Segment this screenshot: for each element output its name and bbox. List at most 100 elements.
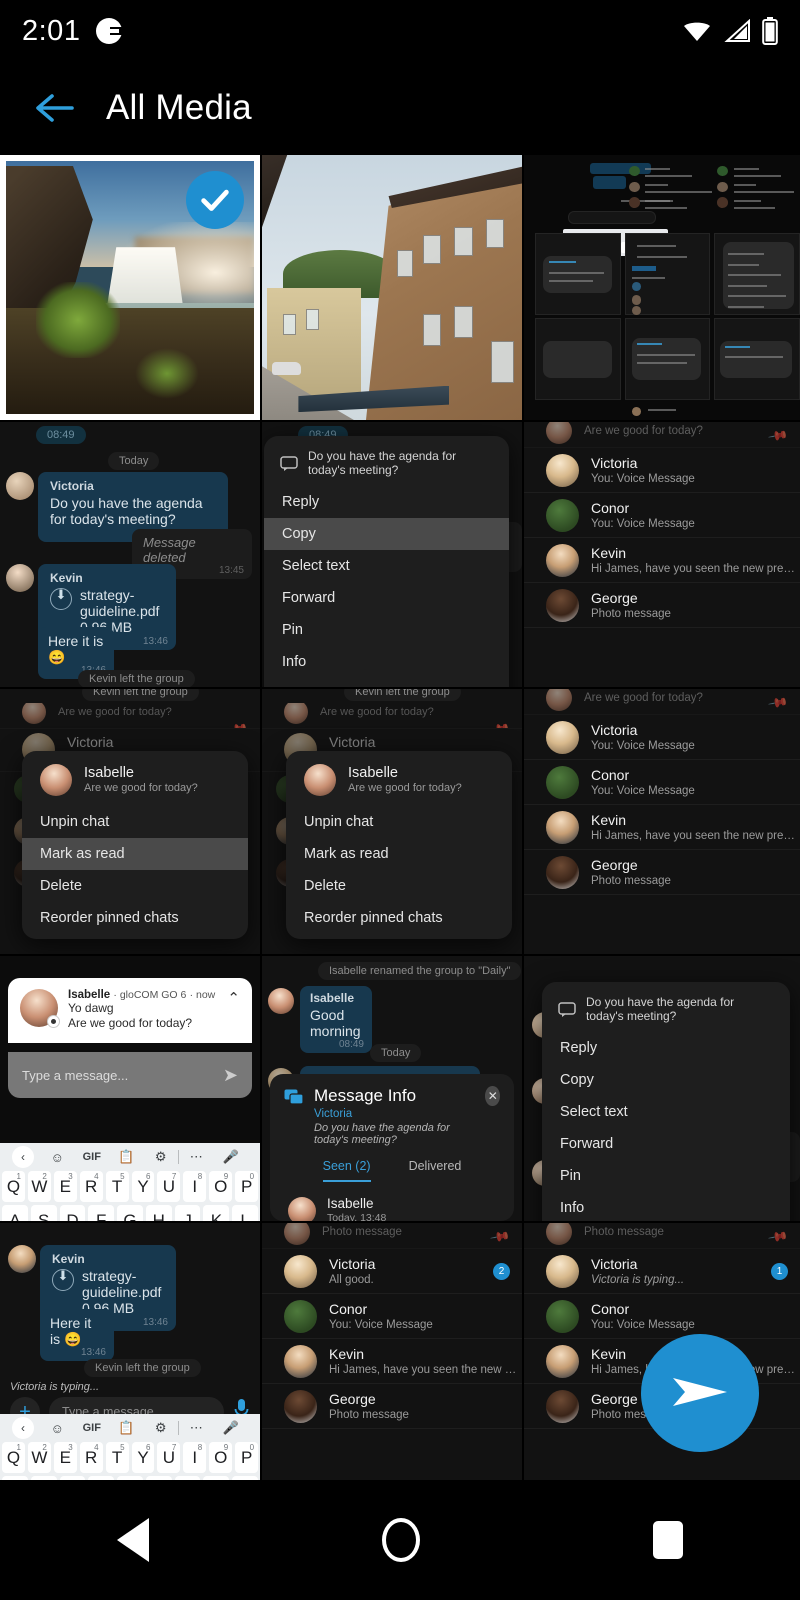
chat-row-victoria[interactable]: Victoria You: Voice Message <box>524 715 800 760</box>
chat-row-george[interactable]: George Photo message <box>524 583 800 628</box>
pinned-chat-row[interactable]: Are we good for today? 📌 <box>524 422 800 448</box>
key-e[interactable]: 3E <box>53 1442 77 1473</box>
close-icon[interactable]: ✕ <box>485 1086 500 1106</box>
pinned-chat-row[interactable]: Photo message 📌 <box>262 1223 522 1249</box>
more-icon[interactable]: ⋯ <box>179 1149 214 1165</box>
media-thumbnail-notification[interactable]: Isabelle · gloCOM GO 6 · now Yo dawg Are… <box>0 956 260 1221</box>
key-l[interactable]: L <box>232 1205 259 1221</box>
menu-item-forward[interactable]: Forward <box>264 582 509 614</box>
keyboard-row-2[interactable]: A S D F G H J K L <box>0 1205 260 1221</box>
download-icon[interactable] <box>52 1268 74 1291</box>
keyboard-row-1[interactable]: 1Q 2W 3E 4R 5T 6Y 7U 8I 9O 0P <box>0 1442 260 1476</box>
key-i[interactable]: 8I <box>183 1171 207 1202</box>
menu-item-pin[interactable]: Pin <box>264 614 509 646</box>
media-thumbnail-message-menu-highlighted[interactable]: 08:49 d5 Kevin left the group Do you hav… <box>262 422 522 687</box>
menu-item-select-text[interactable]: Select text <box>542 1096 790 1128</box>
key-r[interactable]: 4R <box>79 1442 103 1473</box>
key-k[interactable]: K <box>203 1205 230 1221</box>
key-w[interactable]: 2W <box>27 1171 51 1202</box>
chat-row-conor[interactable]: Conor You: Voice Message <box>524 493 800 538</box>
chat-row-conor[interactable]: Conor You: Voice Message <box>524 1294 800 1339</box>
gear-icon[interactable]: ⚙ <box>144 1420 179 1436</box>
media-thumbnail-waterfall[interactable] <box>0 155 260 420</box>
more-icon[interactable]: ⋯ <box>179 1420 214 1436</box>
media-thumbnail-chat-list-2[interactable]: Are we good for today? 📌 Victoria You: V… <box>524 689 800 954</box>
media-thumbnail-chat-list[interactable]: Are we good for today? 📌 Victoria You: V… <box>524 422 800 687</box>
back-icon[interactable]: ‹ <box>12 1417 34 1439</box>
gear-icon[interactable]: ⚙ <box>144 1149 179 1165</box>
notification-card[interactable]: Isabelle · gloCOM GO 6 · now Yo dawg Are… <box>8 978 252 1043</box>
menu-item-forward[interactable]: Forward <box>542 1128 790 1160</box>
key-s[interactable]: S <box>30 1205 57 1221</box>
chat-row-victoria[interactable]: Victoria Victoria is typing... 1 <box>524 1249 800 1294</box>
media-thumbnail-message-menu[interactable]: d5 13:46 Do you have the agenda for toda… <box>524 956 800 1221</box>
chat-row-conor[interactable]: Conor You: Voice Message <box>524 760 800 805</box>
keyboard-toolbar[interactable]: ‹ ☺ GIF 📋 ⚙ ⋯ 🎤 <box>0 1414 260 1442</box>
microphone-icon[interactable]: 🎤 <box>214 1149 249 1165</box>
key-a[interactable]: A <box>2 1205 28 1221</box>
clipboard-icon[interactable]: 📋 <box>109 1149 144 1165</box>
menu-item-mark-as-read[interactable]: Mark as read <box>22 838 248 870</box>
menu-item-delete[interactable]: Delete <box>264 678 509 687</box>
key-o[interactable]: 9O <box>209 1171 233 1202</box>
menu-item-info[interactable]: Info <box>542 1192 790 1221</box>
key-t[interactable]: 5T <box>105 1442 129 1473</box>
menu-item-copy[interactable]: Copy <box>542 1064 790 1096</box>
notification-reply-field[interactable]: Type a message... ➤ <box>8 1052 252 1098</box>
menu-item-unpin-chat[interactable]: Unpin chat <box>22 806 248 838</box>
back-triangle-icon[interactable] <box>116 1518 149 1562</box>
key-h[interactable]: H <box>145 1205 172 1221</box>
key-y[interactable]: 6Y <box>131 1171 155 1202</box>
recents-square-icon[interactable] <box>653 1521 684 1559</box>
send-icon[interactable]: ➤ <box>223 1065 238 1086</box>
pinned-chat-row[interactable]: Are we good for today? 📌 <box>0 703 260 729</box>
home-circle-icon[interactable] <box>381 1518 420 1562</box>
download-icon[interactable] <box>50 587 72 610</box>
menu-item-reply[interactable]: Reply <box>542 1032 790 1064</box>
menu-item-reorder-pinned-chats[interactable]: Reorder pinned chats <box>22 902 248 939</box>
pinned-chat-row[interactable]: Photo message 📌 <box>524 1223 800 1249</box>
key-q[interactable]: 1Q <box>2 1442 25 1473</box>
key-d[interactable]: D <box>59 1205 86 1221</box>
chat-bubble[interactable]: Isabelle Good morning 08:49 <box>300 986 372 1053</box>
chat-row-kevin[interactable]: Kevin Hi James, have you seen the new pr… <box>524 805 800 850</box>
media-thumbnail-chat-keyboard[interactable]: Kevin strategy-guideline.pdf 0.96 MB 13:… <box>0 1223 260 1488</box>
chat-row-victoria[interactable]: Victoria You: Voice Message <box>524 448 800 493</box>
key-u[interactable]: 7U <box>157 1442 181 1473</box>
media-thumbnail-street[interactable] <box>262 155 522 420</box>
menu-item-mark-as-read[interactable]: Mark as read <box>286 838 512 870</box>
selection-check-badge[interactable] <box>186 171 244 229</box>
key-g[interactable]: G <box>117 1205 143 1221</box>
menu-item-pin[interactable]: Pin <box>542 1160 790 1192</box>
media-thumbnail-pin-menu[interactable]: Kevin left the group Are we good for tod… <box>262 689 522 954</box>
chat-row-kevin[interactable]: Kevin Hi James, have you seen the new pr… <box>524 538 800 583</box>
pinned-chat-row[interactable]: Are we good for today? 📌 <box>524 689 800 715</box>
media-thumbnail-pin-menu-highlighted[interactable]: Kevin left the group Are we good for tod… <box>0 689 260 954</box>
pinned-chat-row[interactable]: Are we good for today? 📌 <box>262 703 522 729</box>
menu-item-delete[interactable]: Delete <box>286 870 512 902</box>
tab-delivered[interactable]: Delivered <box>409 1159 462 1182</box>
clipboard-icon[interactable]: 📋 <box>109 1420 144 1436</box>
keyboard[interactable]: ‹ ☺ GIF 📋 ⚙ ⋯ 🎤 1Q 2W 3E 4R 5T 6 Y 7 U 8… <box>0 1143 260 1221</box>
tab-seen[interactable]: Seen (2) <box>322 1159 371 1182</box>
chat-row-kevin[interactable]: Kevin Hi James, have you seen the new pr… <box>262 1339 522 1384</box>
key-e[interactable]: 3E <box>53 1171 77 1202</box>
send-fab[interactable] <box>641 1334 759 1452</box>
media-thumbnail-screenshot-collage[interactable] <box>524 155 800 420</box>
key-o[interactable]: 9O <box>209 1442 233 1473</box>
key-q[interactable]: 1Q <box>2 1171 25 1202</box>
key-y[interactable]: 6Y <box>131 1442 155 1473</box>
keyboard[interactable]: ‹ ☺ GIF 📋 ⚙ ⋯ 🎤 1Q 2W 3E 4R 5T 6 Y 7 U 8… <box>0 1414 260 1488</box>
keyboard-toolbar[interactable]: ‹ ☺ GIF 📋 ⚙ ⋯ 🎤 <box>0 1143 260 1171</box>
back-arrow-icon[interactable] <box>32 86 76 130</box>
key-p[interactable]: 0P <box>235 1442 259 1473</box>
sticker-icon[interactable]: ☺ <box>40 1421 75 1436</box>
menu-item-select-text[interactable]: Select text <box>264 550 509 582</box>
key-u[interactable]: 7U <box>157 1171 181 1202</box>
key-p[interactable]: 0P <box>235 1171 259 1202</box>
key-f[interactable]: F <box>88 1205 115 1221</box>
chat-row-george[interactable]: George Photo message <box>262 1384 522 1429</box>
key-w[interactable]: 2W <box>27 1442 51 1473</box>
message-info-sheet[interactable]: Message Info Victoria Do you have the ag… <box>270 1074 514 1221</box>
sticker-icon[interactable]: ☺ <box>40 1150 75 1165</box>
